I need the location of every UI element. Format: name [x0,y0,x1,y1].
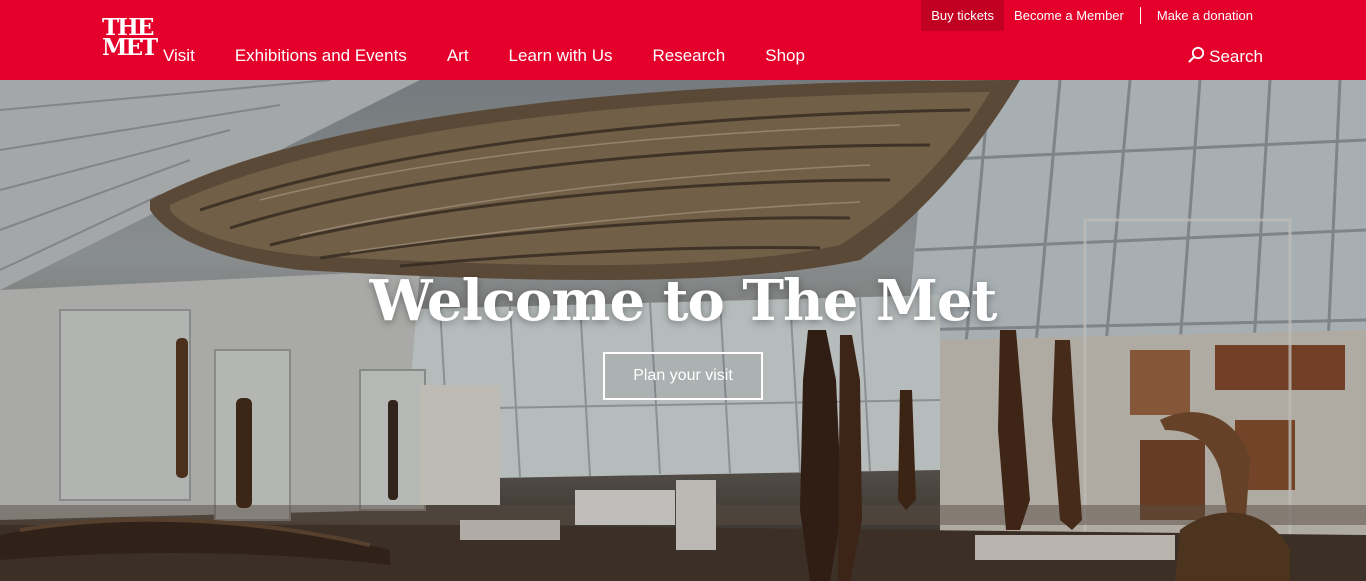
site-header: THE MET Visit Exhibitions and Events Art… [0,0,1366,80]
search-button[interactable]: Search [1188,46,1263,68]
nav-item-research[interactable]: Research [652,44,725,68]
main-nav: Visit Exhibitions and Events Art Learn w… [163,44,845,68]
buy-tickets-link[interactable]: Buy tickets [921,0,1005,31]
become-member-link[interactable]: Become a Member [1004,0,1134,31]
search-icon [1188,46,1209,68]
hero-headline: Welcome to The Met [369,268,998,334]
utility-nav: Buy tickets Become a Member Make a donat… [921,0,1263,31]
nav-item-visit[interactable]: Visit [163,44,195,68]
plan-your-visit-button[interactable]: Plan your visit [603,352,763,400]
met-logo[interactable]: THE MET [102,16,158,62]
logo-line-2: MET [102,33,158,61]
nav-item-learn[interactable]: Learn with Us [509,44,613,68]
nav-item-art[interactable]: Art [447,44,469,68]
search-label: Search [1209,47,1263,66]
hero-banner: Welcome to The Met Plan your visit [0,80,1366,581]
nav-item-shop[interactable]: Shop [765,44,805,68]
utility-divider [1139,7,1141,24]
nav-item-exhibitions[interactable]: Exhibitions and Events [235,44,407,68]
make-donation-link[interactable]: Make a donation [1147,0,1263,31]
